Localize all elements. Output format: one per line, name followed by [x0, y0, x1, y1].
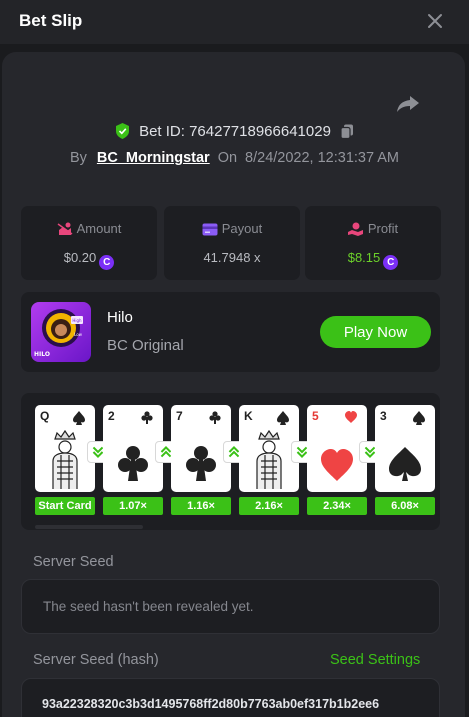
playing-card: 2 [103, 405, 163, 492]
game-subtitle: BC Original [107, 337, 184, 354]
playing-card: 7 [171, 405, 231, 492]
verified-shield-icon [115, 123, 129, 139]
dialog-title: Bet Slip [19, 11, 83, 30]
server-seed-field: The seed hasn't been revealed yet. [21, 579, 440, 634]
card-multiplier: 2.34× [307, 497, 367, 515]
card-history: Q Start Card 2 1.07× 7 1.16× K 2.16× 5 2.34× 3 6.08… [21, 393, 440, 530]
bet-author-row: By BC_Morningstar On 8/24/2022, 12:31:37 AM [0, 150, 469, 166]
payout-label: Payout [221, 221, 263, 236]
on-label: On [217, 150, 238, 166]
hilo-game-icon[interactable]: High Low HILO [31, 302, 91, 362]
card-multiplier: Start Card [35, 497, 95, 515]
card-multiplier: 1.07× [103, 497, 163, 515]
playing-card: 3 [375, 405, 435, 492]
amount-value: $0.20 [63, 250, 97, 265]
profit-label: Profit [367, 221, 399, 236]
playing-card: Q [35, 405, 95, 492]
server-seed-hash-value: 93a22328320c3b3d1495768ff2d80b7763ab0ef3… [42, 697, 380, 711]
profit-stat: Profit $8.15 C [305, 206, 441, 280]
coin-icon: C [383, 255, 399, 270]
bet-id-label: Bet ID: [139, 123, 185, 140]
card-rank: 7 [176, 409, 183, 423]
play-now-button[interactable]: Play Now [320, 316, 431, 348]
server-seed-value: The seed hasn't been revealed yet. [43, 599, 254, 614]
bet-id-value: 76427718966641029 [189, 123, 331, 140]
game-name: Hilo [107, 309, 133, 326]
svg-text:Low: Low [74, 332, 83, 337]
server-seed-hash-field[interactable]: 93a22328320c3b3d1495768ff2d80b7763ab0ef3… [21, 678, 440, 717]
amount-stat: Amount $0.20 C [21, 206, 157, 280]
playing-card: 5 [307, 405, 367, 492]
game-card: High Low HILO Hilo BC Original Play Now [21, 292, 440, 372]
horizontal-scrollbar[interactable] [35, 525, 143, 529]
share-icon[interactable] [396, 94, 420, 114]
amount-label: Amount [76, 221, 122, 236]
server-seed-label: Server Seed [33, 554, 114, 570]
card-rank: 5 [312, 409, 319, 423]
card-multiplier: 2.16× [239, 497, 299, 515]
profit-value: $8.15 [347, 250, 381, 265]
by-label: By [69, 150, 87, 166]
card-rank: 2 [108, 409, 115, 423]
card-rank: Q [40, 409, 50, 423]
server-seed-hash-label: Server Seed (hash) [33, 652, 159, 668]
amount-icon [57, 222, 73, 235]
payout-stat: Payout 41.7948 x [164, 206, 300, 280]
svg-text:High: High [72, 318, 82, 323]
card-rank: K [244, 409, 253, 423]
svg-text:HILO: HILO [34, 351, 50, 358]
copy-icon[interactable] [340, 124, 354, 140]
card-multiplier: 1.16× [171, 497, 231, 515]
seed-settings-link[interactable]: Seed Settings [330, 652, 420, 668]
bet-slip-header: Bet Slip [0, 0, 469, 44]
card-rank: 3 [380, 409, 387, 423]
card-icon [202, 223, 218, 236]
bet-id-row: Bet ID: 76427718966641029 [0, 123, 469, 140]
payout-value: 41.7948 x [203, 250, 261, 265]
close-icon[interactable] [424, 10, 446, 32]
profit-icon [347, 222, 363, 236]
playing-card: K [239, 405, 299, 492]
bet-datetime: 8/24/2022, 12:31:37 AM [245, 150, 400, 166]
coin-icon: C [99, 255, 115, 270]
card-multiplier: 6.08× [375, 497, 435, 515]
username-link[interactable]: BC_Morningstar [97, 150, 210, 166]
